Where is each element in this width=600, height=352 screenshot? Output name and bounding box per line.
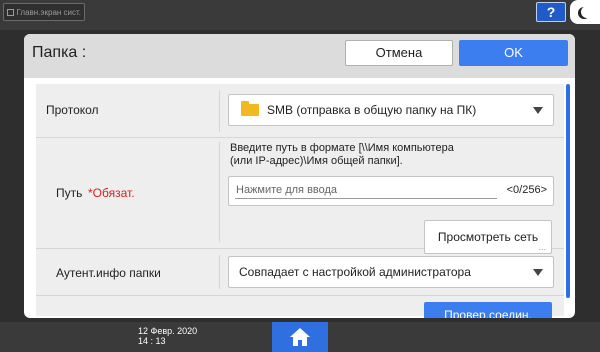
path-hint-line-2: (или IP-адрес)\Имя общей папки]. [230,155,403,167]
bottom-status-bar: 12 Февр. 2020 14 : 13 [0,322,600,352]
chevron-down-icon [533,269,543,276]
settings-list: Протокол SMB (отправка в общую папку на … [36,84,564,318]
check-connection-row: Провер.соедин. [36,296,564,318]
check-connection-button[interactable]: Провер.соедин. [424,302,552,318]
system-home-screen-button[interactable]: Главн.экран сист. [3,3,85,21]
scrollbar[interactable] [566,84,570,298]
ok-button[interactable]: OK [459,40,568,66]
browse-network-label: Просмотреть сеть [437,230,539,244]
system-home-screen-label: Главн.экран сист. [16,7,81,17]
path-char-counter: <0/256> [506,184,547,196]
path-input-placeholder: Нажмите для ввода [236,184,338,196]
top-system-bar: Главн.экран сист. ? [0,0,600,30]
auth-info-select[interactable]: Совпадает с настройкой администратора [228,256,554,288]
folder-icon [241,101,259,116]
keyboard-icon [7,8,14,16]
path-row: Путь *Обязат. Введите путь в формате [\\… [36,138,564,254]
question-mark-icon: ? [546,4,556,20]
column-divider [219,90,220,132]
cancel-button[interactable]: Отмена [345,40,453,66]
required-badge: *Обязат. [88,186,135,200]
path-format-hint: Введите путь в формате [\\Имя компьютера… [230,142,530,168]
chevron-down-icon [533,107,543,114]
path-label: Путь [56,186,83,200]
protocol-label: Протокол [46,103,99,117]
protocol-value: SMB (отправка в общую папку на ПК) [267,103,477,117]
crescent-moon-icon [581,6,593,18]
home-icon [290,328,310,346]
column-divider [219,142,220,242]
auth-info-label: Аутент.инфо папки [56,266,161,280]
input-underline [235,198,497,199]
date-time: 12 Февр. 2020 14 : 13 [138,326,197,346]
auth-info-value: Совпадает с настройкой администратора [239,265,471,279]
path-input[interactable]: Нажмите для ввода <0/256> [228,176,554,206]
column-divider [219,255,220,289]
night-mode-button[interactable] [570,0,600,24]
dialog-title: Папка : [32,44,87,61]
protocol-select[interactable]: SMB (отправка в общую папку на ПК) [228,94,554,126]
folder-dialog: Папка : Отмена OK Протокол SMB (отправка… [24,34,575,318]
path-hint-line-1: Введите путь в формате [\\Имя компьютера [230,142,454,154]
help-button[interactable]: ? [536,2,566,22]
home-button[interactable] [272,322,328,352]
dialog-header: Папка : Отмена OK [24,34,575,78]
auth-info-row: Аутент.инфо папки Совпадает с настройкой… [36,249,564,296]
time-text: 14 : 13 [138,336,166,346]
protocol-row: Протокол SMB (отправка в общую папку на … [36,84,564,138]
date-text: 12 Февр. 2020 [138,326,198,336]
